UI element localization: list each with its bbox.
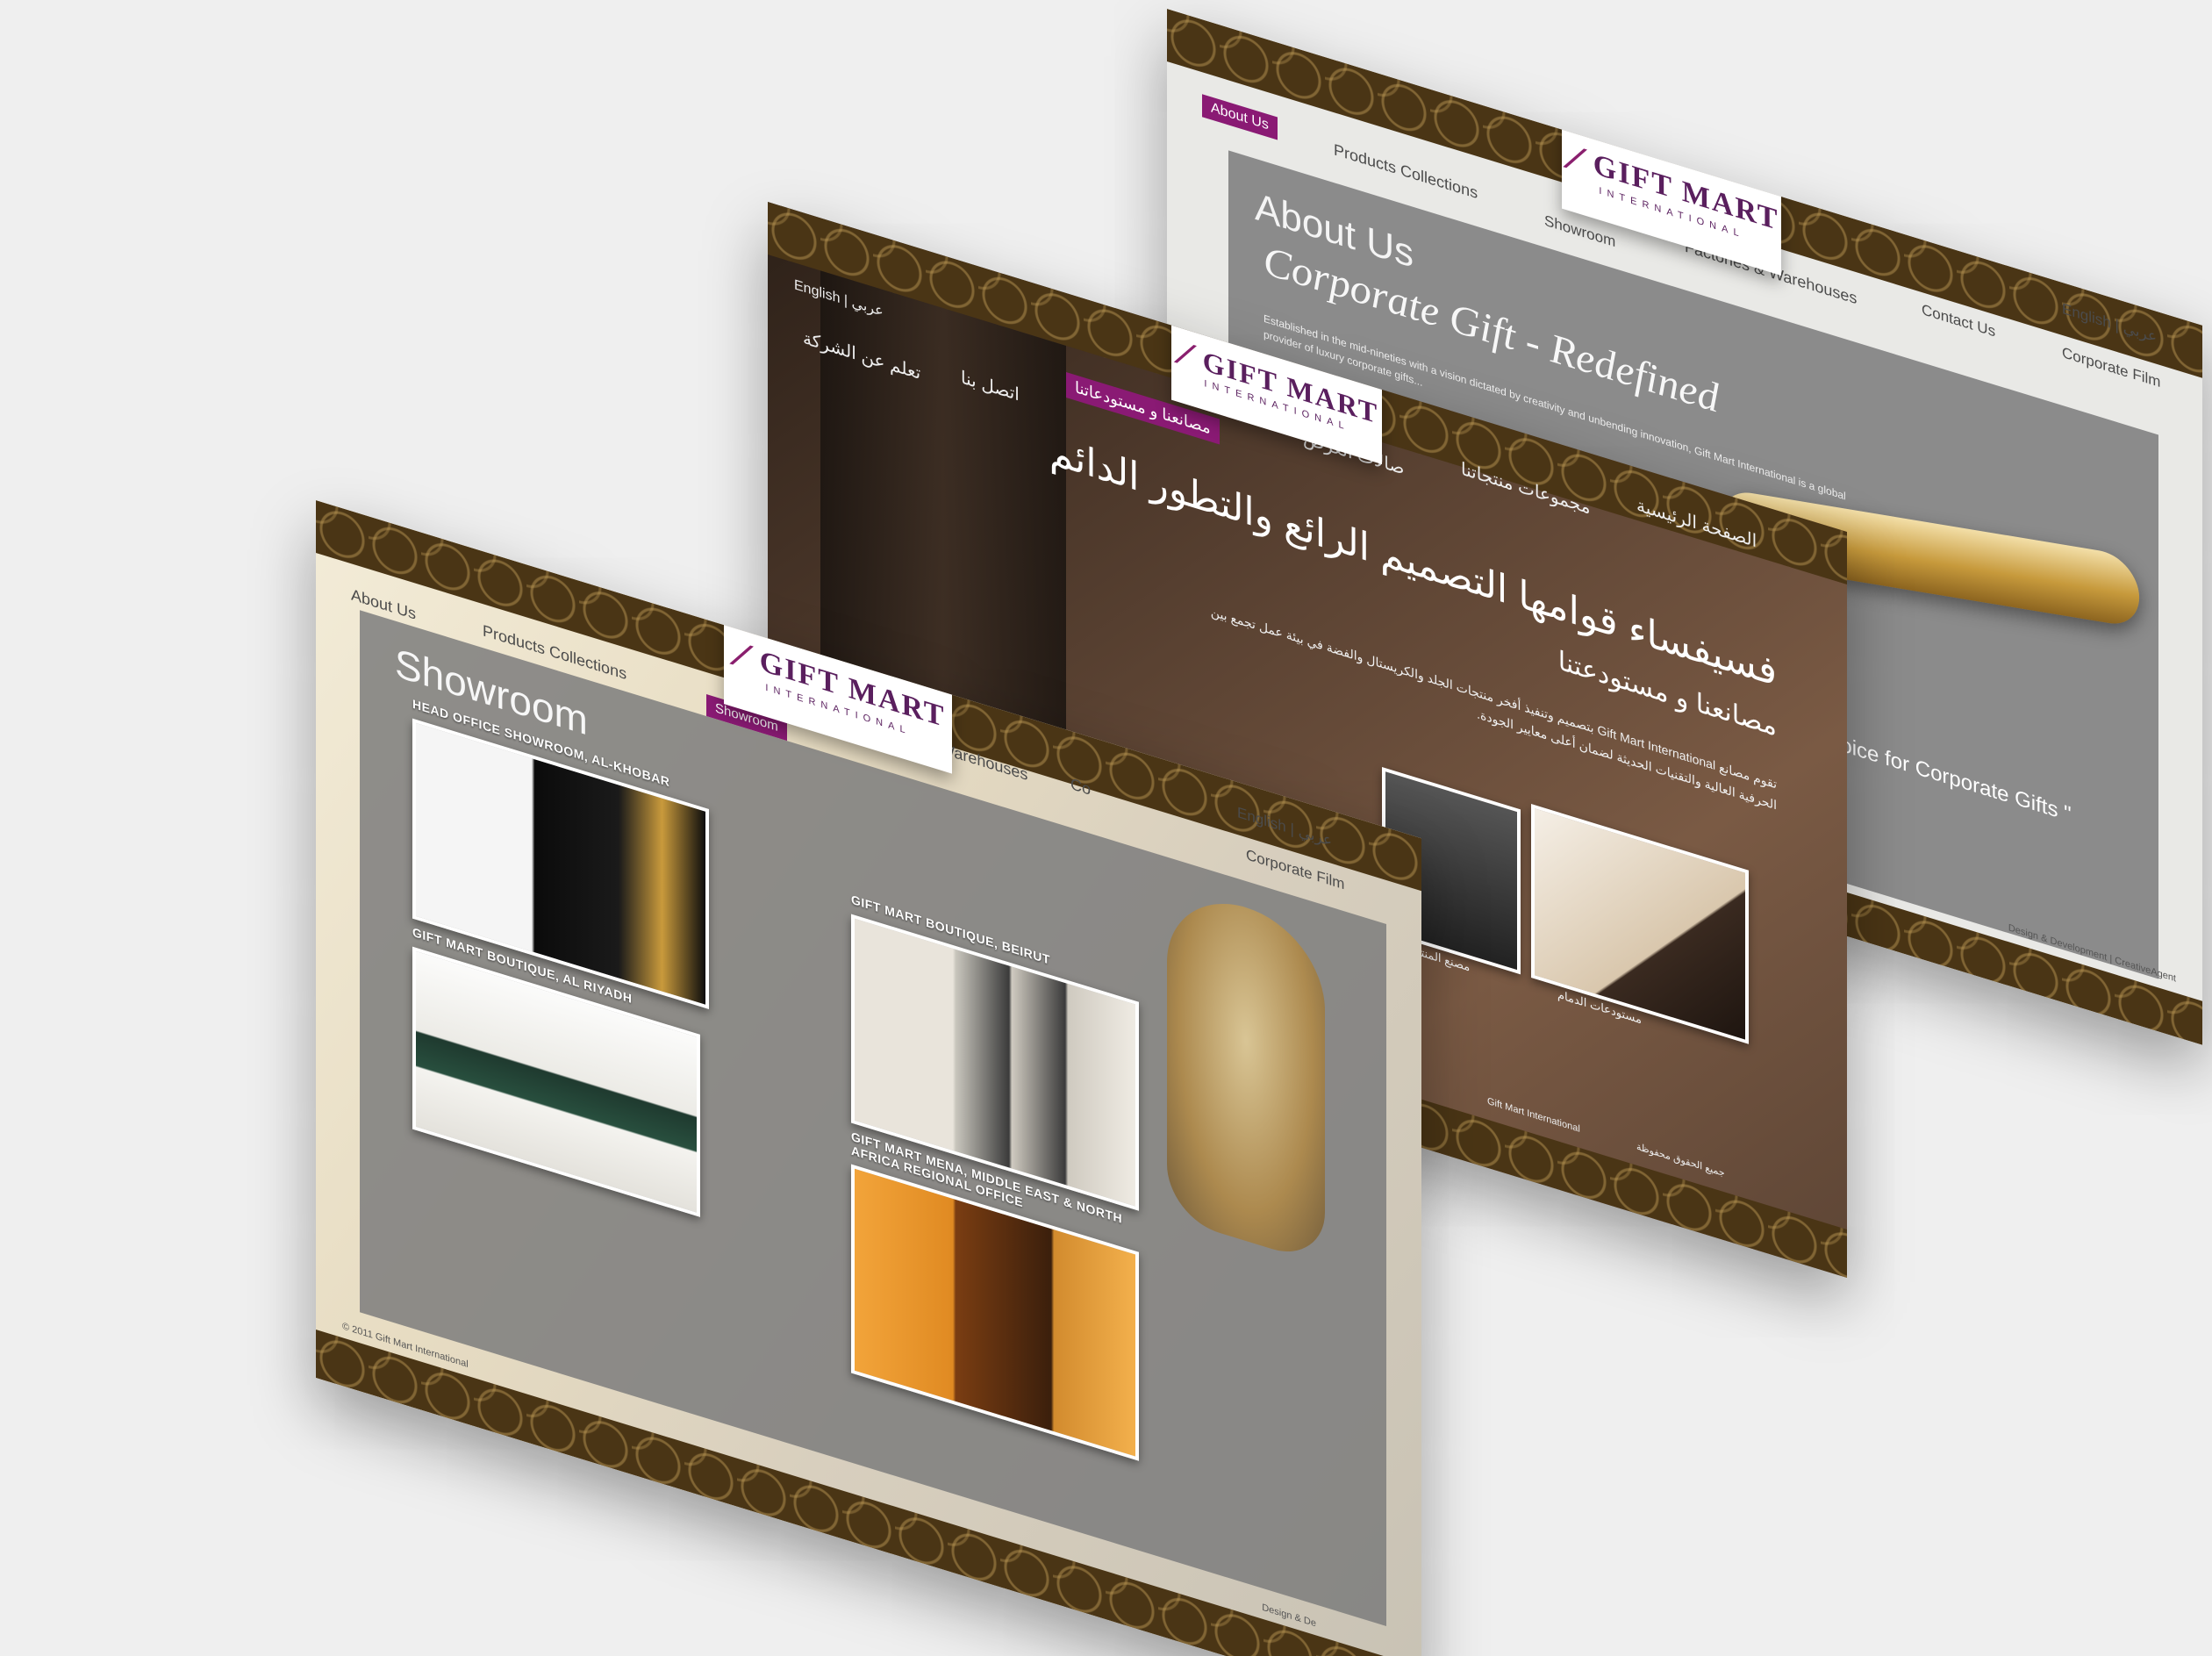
pendant-lamp-image (1167, 883, 1325, 1265)
feather-logo-icon: ⟋ (1564, 136, 1586, 180)
feather-logo-icon: ⟋ (730, 633, 753, 677)
mockup-stage: About Us Products Collections Showroom F… (0, 0, 2212, 1656)
gift-mart-logo[interactable]: ⟋ GIFT MART INTERNATIONAL (1562, 111, 1781, 276)
nav-about-us[interactable]: About Us (1202, 94, 1278, 140)
warehouse-photo[interactable] (1531, 803, 1749, 1044)
feather-logo-icon: ⟋ (1174, 334, 1196, 375)
